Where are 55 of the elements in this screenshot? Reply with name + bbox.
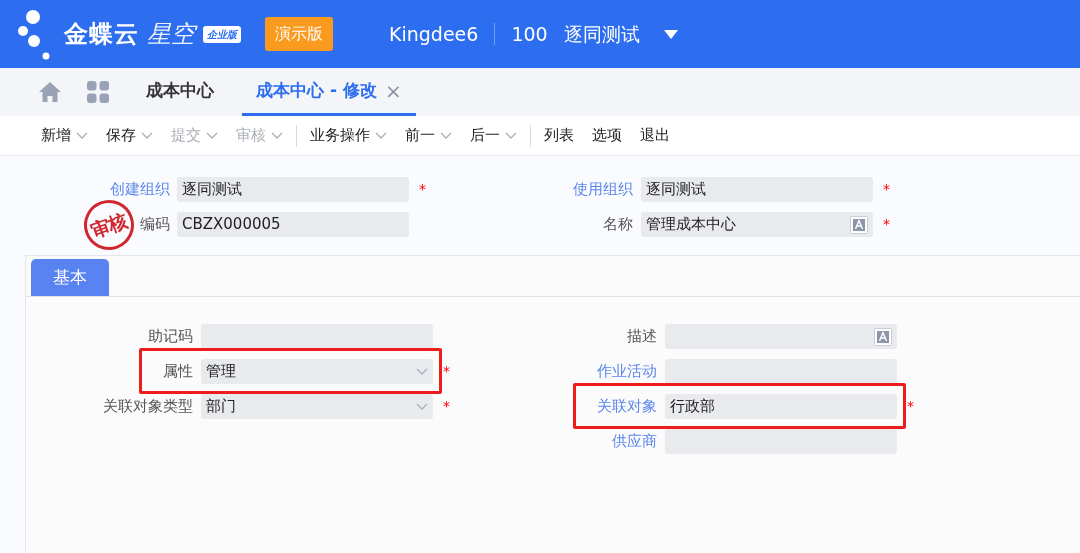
toolbar-button[interactable]: 后一 xyxy=(461,124,526,147)
toolbar-button[interactable]: 列表 xyxy=(535,124,583,147)
toolbar-button[interactable]: 保存 xyxy=(97,124,162,147)
required-mark: * xyxy=(419,180,427,199)
language-icon xyxy=(850,215,868,234)
field-label: 属性 xyxy=(163,362,193,381)
input-field[interactable]: 管理 xyxy=(201,359,433,384)
toolbar-button[interactable]: 前一 xyxy=(396,124,461,147)
tab[interactable]: 成本中心 xyxy=(132,68,228,116)
chevron-icon xyxy=(271,132,283,139)
field-label: 助记码 xyxy=(148,327,193,346)
home-icon xyxy=(38,81,62,103)
chevron-icon xyxy=(416,403,428,410)
required-mark: * xyxy=(883,215,891,234)
required-mark: * xyxy=(443,397,451,416)
chevron-icon xyxy=(416,368,428,375)
field-link[interactable]: 作业活动 xyxy=(597,362,657,381)
toolbar-button[interactable]: 选项 xyxy=(583,124,631,147)
input-field[interactable] xyxy=(665,429,897,454)
chevron-icon xyxy=(76,132,88,139)
chevron-icon xyxy=(206,132,218,139)
section-tab[interactable]: 基本 xyxy=(31,259,109,296)
input-field[interactable]: 管理成本中心 xyxy=(641,212,873,237)
required-mark: * xyxy=(443,362,451,381)
input-field[interactable] xyxy=(665,324,897,349)
input-field[interactable] xyxy=(201,324,433,349)
chevron-icon xyxy=(505,132,517,139)
org-name[interactable]: 逐同测试 xyxy=(563,19,640,49)
caret-icon xyxy=(663,29,678,39)
field-label: 关联对象类型 xyxy=(103,397,193,416)
toolbar-button[interactable]: 新增 xyxy=(32,124,97,147)
input-field[interactable]: 行政部 xyxy=(665,394,897,419)
edition-badge: 企业版 xyxy=(203,25,241,43)
chevron-icon xyxy=(440,132,452,139)
field-link[interactable]: 关联对象 xyxy=(597,397,657,416)
chevron-icon xyxy=(141,132,153,139)
toolbar-button[interactable]: 退出 xyxy=(631,124,679,147)
language-icon xyxy=(874,327,892,346)
grid-icon xyxy=(86,80,110,104)
user-name[interactable]: Kingdee6 xyxy=(389,19,479,49)
toolbar-button[interactable]: 业务操作 xyxy=(301,124,396,147)
org-code[interactable]: 100 xyxy=(511,19,548,49)
field-label: 名称 xyxy=(603,215,633,234)
field-label: 描述 xyxy=(627,327,657,346)
input-field[interactable]: CBZX000005 xyxy=(177,212,409,237)
logo-text: 金蝶云 xyxy=(64,19,139,50)
required-mark: * xyxy=(907,397,915,416)
input-field[interactable]: 逐同测试 xyxy=(641,177,873,202)
input-field[interactable] xyxy=(665,359,897,384)
chevron-icon xyxy=(375,132,387,139)
required-mark: * xyxy=(883,180,891,199)
input-field[interactable]: 逐同测试 xyxy=(177,177,409,202)
field-label: 编码 xyxy=(140,215,170,234)
input-field[interactable]: 部门 xyxy=(201,394,433,419)
field-link[interactable]: 使用组织 xyxy=(573,180,633,199)
